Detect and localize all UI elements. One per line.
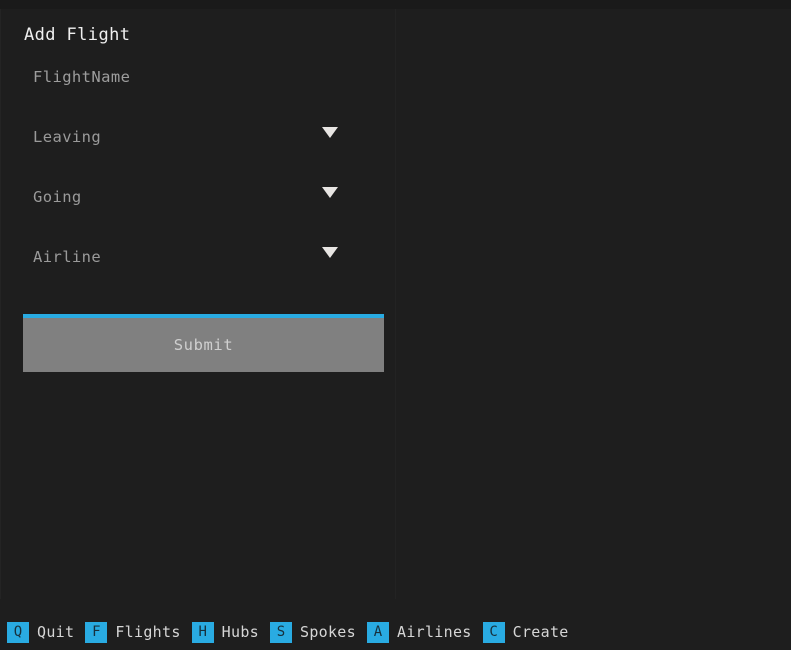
shortcut-key-badge[interactable]: H — [191, 621, 214, 643]
add-flight-panel: Add Flight FlightName Leaving Going Airl… — [0, 9, 396, 599]
shortcut-hubs[interactable]: H Hubs — [191, 621, 259, 643]
going-select-label[interactable]: Going — [33, 182, 82, 212]
chevron-down-icon[interactable] — [322, 247, 338, 258]
chevron-down-icon[interactable] — [322, 187, 338, 198]
shortcut-create[interactable]: C Create — [482, 621, 569, 643]
shortcut-label: Spokes — [299, 623, 356, 641]
shortcut-airlines[interactable]: A Airlines — [366, 621, 472, 643]
submit-button-label: Submit — [173, 336, 234, 354]
shortcut-key-badge[interactable]: C — [482, 621, 505, 643]
chevron-down-icon[interactable] — [322, 127, 338, 138]
page-title: Add Flight — [24, 25, 131, 45]
shortcut-label: Hubs — [221, 623, 259, 641]
shortcut-key-badge[interactable]: F — [85, 621, 108, 643]
shortcut-label: Create — [512, 623, 569, 641]
shortcut-spokes[interactable]: S Spokes — [269, 621, 356, 643]
shortcut-flights[interactable]: F Flights — [85, 621, 181, 643]
field-airline[interactable]: Airline — [1, 242, 397, 302]
shortcut-label: Airlines — [396, 623, 472, 641]
airline-select-label[interactable]: Airline — [33, 242, 101, 272]
shortcut-quit[interactable]: Q Quit — [7, 621, 75, 643]
flight-name-input[interactable]: FlightName — [33, 62, 130, 92]
status-bar: Q Quit F Flights H Hubs S Spokes A Airli… — [0, 614, 791, 650]
shortcut-key-badge[interactable]: S — [269, 621, 292, 643]
field-leaving[interactable]: Leaving — [1, 122, 397, 182]
app-root: Add Flight FlightName Leaving Going Airl… — [0, 0, 791, 650]
shortcut-key-badge[interactable]: Q — [7, 621, 29, 643]
field-flight-name[interactable]: FlightName — [1, 62, 397, 122]
field-going[interactable]: Going — [1, 182, 397, 242]
submit-button[interactable]: Submit — [23, 314, 384, 372]
shortcut-key-badge[interactable]: A — [366, 621, 389, 643]
shortcut-label: Flights — [115, 623, 181, 641]
leaving-select-label[interactable]: Leaving — [33, 122, 101, 152]
shortcut-label: Quit — [37, 623, 75, 641]
submit-button-wrapper: Submit — [23, 314, 384, 372]
add-flight-form: FlightName Leaving Going Airline — [1, 62, 397, 302]
